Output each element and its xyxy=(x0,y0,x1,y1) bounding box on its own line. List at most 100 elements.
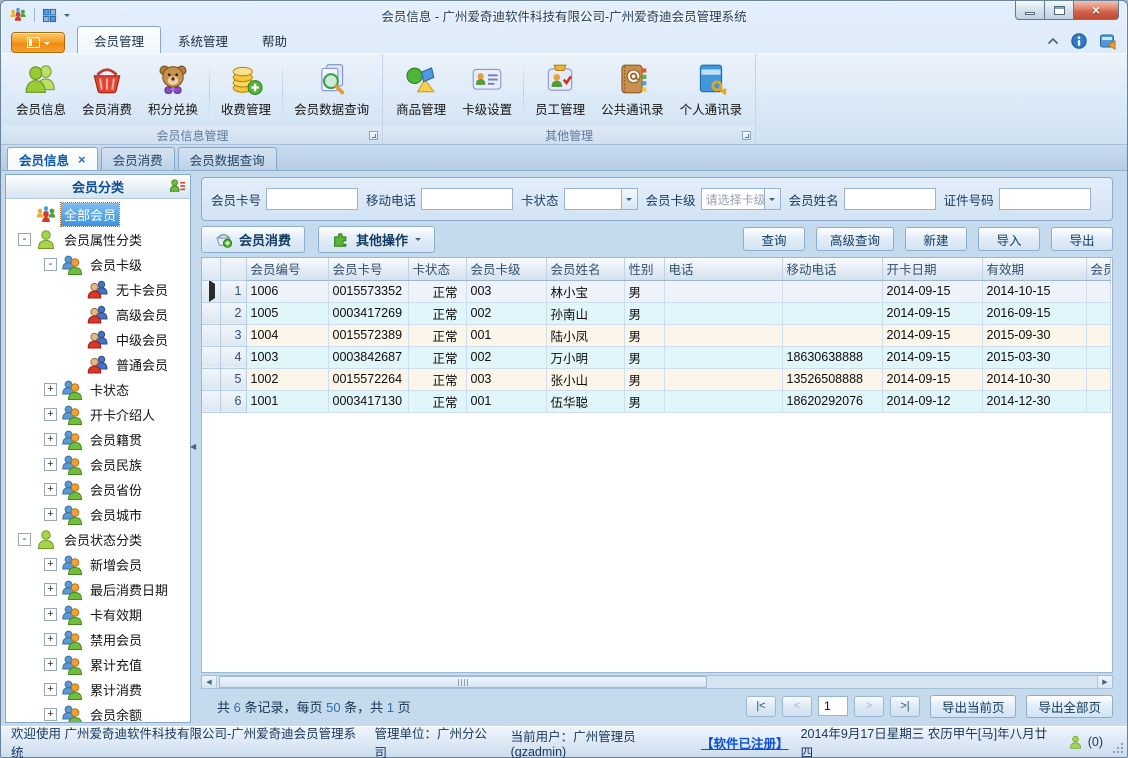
minimize-button[interactable] xyxy=(1015,1,1045,20)
column-header[interactable]: 开卡日期 xyxy=(882,258,983,281)
column-header[interactable]: 会员卡号 xyxy=(328,258,409,281)
ribbon-button[interactable]: 卡级设置 xyxy=(454,57,520,126)
dialog-launcher-icon[interactable] xyxy=(742,131,752,140)
import-button[interactable]: 导入 xyxy=(978,227,1040,251)
tree-item[interactable]: + 最后消费日期 xyxy=(6,577,190,602)
cert-no-input[interactable] xyxy=(998,188,1091,210)
advanced-query-button[interactable]: 高级查询 xyxy=(815,227,894,251)
close-button[interactable]: × xyxy=(1074,1,1119,20)
next-page-button[interactable]: > xyxy=(853,695,884,717)
window-layout-icon[interactable] xyxy=(42,8,57,23)
first-page-button[interactable]: |< xyxy=(745,695,776,717)
tree-item[interactable]: + 禁用会员 xyxy=(6,627,190,652)
expand-icon[interactable]: + xyxy=(44,658,57,671)
column-header[interactable]: 会员 xyxy=(1086,258,1111,281)
tree-item[interactable]: + 累计消费 xyxy=(6,677,190,702)
ribbon-button[interactable]: 积分兑换 xyxy=(140,57,206,126)
table-row[interactable]: 1 1006 0015573352 正常 003 林小宝男 2014-09-15 2014-1… xyxy=(202,280,1111,303)
expand-icon[interactable]: - xyxy=(44,258,57,271)
expand-icon[interactable]: + xyxy=(44,383,57,396)
resize-grip[interactable] xyxy=(1112,742,1124,754)
column-header[interactable]: 性别 xyxy=(624,258,665,281)
tree-item[interactable]: - 会员属性分类 xyxy=(6,227,190,252)
chevron-down-icon[interactable] xyxy=(620,189,637,209)
column-header[interactable]: 会员编号 xyxy=(246,258,329,281)
ribbon-button[interactable]: 收费管理 xyxy=(213,57,279,126)
column-header[interactable]: 会员姓名 xyxy=(546,258,625,281)
tree-item[interactable]: + 会员余额 xyxy=(6,702,190,722)
ribbon-button[interactable]: 会员消费 xyxy=(74,57,140,126)
export-all-pages-button[interactable]: 导出全部页 xyxy=(1026,694,1113,718)
column-header[interactable]: 电话 xyxy=(664,258,783,281)
tree-item[interactable]: + 会员籍贯 xyxy=(6,427,190,452)
table-row[interactable]: 2 1005 0003417269 正常 002 孙南山男 2014-09-15 2016-0… xyxy=(202,302,1111,325)
expand-icon[interactable]: + xyxy=(44,483,57,496)
info-icon[interactable] xyxy=(1071,33,1087,49)
horizontal-scrollbar[interactable]: ◀ ▶ xyxy=(201,675,1113,689)
card-status-select[interactable] xyxy=(563,188,638,210)
tree-item[interactable]: + 累计充值 xyxy=(6,652,190,677)
chevron-down-icon[interactable] xyxy=(64,14,70,20)
expand-icon[interactable]: - xyxy=(18,233,31,246)
column-header[interactable]: 移动电话 xyxy=(782,258,883,281)
expand-icon[interactable]: + xyxy=(44,633,57,646)
expand-icon[interactable]: + xyxy=(44,408,57,421)
mobile-phone-input[interactable] xyxy=(421,188,514,210)
previous-page-button[interactable]: < xyxy=(781,695,812,717)
table-row[interactable]: 6 1001 0003417130 正常 001 伍华聪男 18620292076 2014-… xyxy=(202,390,1111,413)
collapse-panel-icon[interactable]: ◀ xyxy=(190,442,196,451)
scrollbar-thumb[interactable] xyxy=(219,676,707,688)
dialog-launcher-icon[interactable] xyxy=(369,131,379,140)
expand-icon[interactable]: + xyxy=(44,708,57,721)
expand-icon[interactable]: - xyxy=(18,533,31,546)
scroll-right-icon[interactable]: ▶ xyxy=(1097,676,1112,688)
expand-icon[interactable]: + xyxy=(44,433,57,446)
document-tab[interactable]: 会员数据查询 xyxy=(177,147,277,170)
member-name-input[interactable] xyxy=(843,188,936,210)
chevron-down-icon[interactable] xyxy=(763,189,780,209)
export-button[interactable]: 导出 xyxy=(1051,227,1113,251)
expand-icon[interactable]: + xyxy=(44,608,57,621)
ribbon-button[interactable]: 会员数据查询 xyxy=(286,57,377,126)
tree-item[interactable]: 无卡会员 xyxy=(6,277,190,302)
tree-item[interactable]: + 卡有效期 xyxy=(6,602,190,627)
expand-icon[interactable]: + xyxy=(44,458,57,471)
last-page-button[interactable]: >| xyxy=(889,695,920,717)
card-level-select[interactable]: 请选择卡级 xyxy=(700,188,781,210)
ribbon-button[interactable]: 公共通讯录 xyxy=(593,57,672,126)
tree-item[interactable]: 全部会员 xyxy=(6,202,190,227)
document-tab[interactable]: 会员信息 × xyxy=(7,147,98,170)
export-current-page-button[interactable]: 导出当前页 xyxy=(929,694,1017,718)
expand-icon[interactable]: + xyxy=(44,583,57,596)
new-button[interactable]: 新建 xyxy=(905,227,967,251)
tree-item[interactable]: - 会员卡级 xyxy=(6,252,190,277)
mail-icon[interactable] xyxy=(1099,32,1117,50)
collapse-ribbon-icon[interactable] xyxy=(1047,37,1059,45)
table-row[interactable]: 4 1003 0003842687 正常 002 万小明男 18630638888 2014-… xyxy=(202,346,1111,369)
tree-item[interactable]: - 会员状态分类 xyxy=(6,527,190,552)
expand-icon[interactable]: + xyxy=(44,508,57,521)
scroll-left-icon[interactable]: ◀ xyxy=(202,676,217,688)
tree-item[interactable]: + 会员民族 xyxy=(6,452,190,477)
ribbon-button[interactable]: 会员信息 xyxy=(8,57,74,126)
ribbon-button[interactable]: 商品管理 xyxy=(388,57,454,126)
expand-icon[interactable]: + xyxy=(44,558,57,571)
member-consume-button[interactable]: 会员消费 xyxy=(201,225,306,253)
document-tab[interactable]: 会员消费 xyxy=(100,147,175,170)
column-header[interactable]: 会员卡级 xyxy=(466,258,547,281)
ribbon-tab[interactable]: 帮助 xyxy=(245,26,304,53)
ribbon-tab[interactable]: 系统管理 xyxy=(161,26,245,53)
tree-item[interactable]: + 开卡介绍人 xyxy=(6,402,190,427)
tree-item[interactable]: + 卡状态 xyxy=(6,377,190,402)
table-row[interactable]: 3 1004 0015572389 正常 001 陆小凤男 2014-09-15 2015-0… xyxy=(202,324,1111,347)
other-operations-button[interactable]: 其他操作 xyxy=(318,225,436,253)
tree-item[interactable]: 普通会员 xyxy=(6,352,190,377)
software-registered-link[interactable]: 【软件已注册】 xyxy=(701,733,789,752)
category-manage-icon[interactable] xyxy=(169,178,186,195)
maximize-button[interactable] xyxy=(1045,1,1074,20)
ribbon-button[interactable]: 员工管理 xyxy=(527,57,593,126)
ribbon-tab[interactable]: 会员管理 xyxy=(77,26,162,53)
close-tab-icon[interactable]: × xyxy=(78,153,86,166)
application-menu-button[interactable] xyxy=(11,32,65,53)
column-header[interactable]: 卡状态 xyxy=(408,258,467,281)
